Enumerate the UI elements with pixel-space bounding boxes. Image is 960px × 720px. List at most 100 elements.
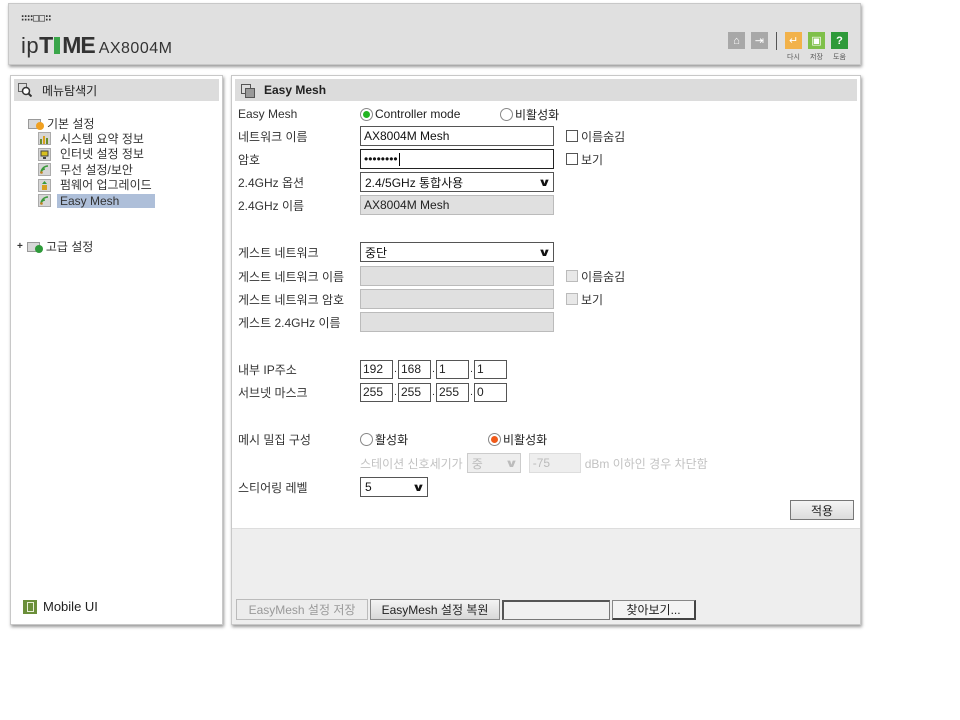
ip-octet-1-input[interactable]: 192	[360, 359, 393, 379]
band-option-value: 2.4/5GHz 통합사용	[365, 175, 464, 190]
dense-enable-radio[interactable]: 활성화	[360, 431, 488, 448]
file-path-input[interactable]	[502, 599, 610, 620]
menu-explorer-panel: 메뉴탐색기 기본 설정 시스템 요약 정보 인터넷 설정 정보 무선 설정/보안…	[10, 75, 223, 625]
guest-name-input[interactable]	[360, 266, 554, 286]
sidebar-item-firmware-upgrade[interactable]: 펌웨어 업그레이드	[38, 178, 155, 194]
subnet-mask-row: 서브넷 마스크 255. 255. 255. 0	[238, 382, 507, 402]
sidebar-item-internet-info[interactable]: 인터넷 설정 정보	[38, 147, 155, 163]
mobile-ui-link[interactable]: Mobile UI	[23, 599, 98, 614]
chart-icon	[38, 132, 51, 146]
signal-level-value: 중	[471, 456, 483, 471]
show-password-checkbox[interactable]: 보기	[566, 151, 603, 168]
sidebar-item-label: 시스템 요약 정보	[60, 131, 144, 146]
header-bar: ∷∷□□∷ ipT ME AX8004M ⌂ ⇥ ↵ 다시 ▣ 저장 ? 도움	[8, 3, 861, 65]
password-value: ••••••••	[364, 152, 398, 166]
mask-octet-1-input[interactable]: 255	[360, 382, 393, 402]
radio-unselected-icon	[360, 432, 373, 446]
dense-disable-label: 비활성화	[503, 432, 548, 447]
band-name-input[interactable]: AX8004M Mesh	[360, 195, 554, 215]
menu-explorer-title-bar: 메뉴탐색기	[14, 79, 219, 101]
easymesh-disable-radio[interactable]: 비활성화	[500, 106, 559, 123]
band-option-row: 2.4GHz 옵션 2.4/5GHz 통합사용 ∨	[238, 172, 554, 192]
dense-disable-radio[interactable]: 비활성화	[488, 431, 547, 448]
tree-advanced-settings[interactable]: + 고급 설정	[17, 238, 93, 255]
guest-name-row: 게스트 네트워크 이름 이름숨김	[238, 266, 625, 286]
steering-level-row: 스티어링 레벨 5 ∨	[238, 477, 428, 497]
help-button[interactable]: ? 도움	[831, 32, 848, 62]
signal-level-select[interactable]: 중 ∨	[466, 453, 521, 473]
help-label: 도움	[833, 54, 846, 61]
upgrade-icon	[38, 178, 51, 192]
controller-mode-radio[interactable]: Controller mode	[360, 107, 500, 121]
steering-level-label: 스티어링 레벨	[238, 480, 308, 495]
restart-label: 다시	[787, 54, 800, 61]
sidebar-item-easy-mesh[interactable]: Easy Mesh	[38, 193, 155, 209]
easymesh-disable-label: 비활성화	[515, 107, 560, 122]
ip-octet-3-input[interactable]: 1	[436, 359, 469, 379]
signal-suffix-text: dBm 이하인 경우 차단함	[584, 456, 708, 471]
guest-password-input[interactable]	[360, 289, 554, 309]
band-option-label: 2.4GHz 옵션	[238, 175, 305, 190]
radio-selected-icon	[360, 107, 373, 121]
guest-network-select[interactable]: 중단 ∨	[360, 242, 554, 262]
page-title: Easy Mesh	[264, 83, 327, 97]
mask-octet-2-input[interactable]: 255	[398, 382, 431, 402]
config-backup-toolbar: EasyMesh 설정 저장 EasyMesh 설정 복원 찾아보기...	[236, 599, 696, 620]
mask-octet-3-input[interactable]: 255	[436, 382, 469, 402]
steering-level-select[interactable]: 5 ∨	[360, 477, 428, 497]
ip-octet-4-input[interactable]: 1	[474, 359, 507, 379]
guest-network-row: 게스트 네트워크 중단 ∨	[238, 242, 554, 262]
chevron-down-icon: ∨	[537, 176, 552, 189]
password-input[interactable]: ••••••••	[360, 149, 554, 169]
password-label: 암호	[238, 152, 261, 167]
ip-octet-2-input[interactable]: 168	[398, 359, 431, 379]
guest-show-password-checkbox[interactable]: 보기	[566, 291, 603, 308]
guest-hide-name-checkbox[interactable]: 이름숨김	[566, 268, 625, 285]
hide-name-checkbox[interactable]: 이름숨김	[566, 128, 625, 145]
sidebar-item-wireless-security[interactable]: 무선 설정/보안	[38, 162, 155, 178]
tree-basic-children: 시스템 요약 정보 인터넷 설정 정보 무선 설정/보안 펌웨어 업그레이드 E…	[38, 131, 155, 209]
save-button[interactable]: ▣ 저장	[808, 32, 825, 62]
mask-octet-4-input[interactable]: 0	[474, 382, 507, 402]
sidebar-item-label: 무선 설정/보안	[60, 162, 133, 177]
save-config-button[interactable]: EasyMesh 설정 저장	[236, 599, 368, 620]
home-icon: ⌂	[728, 32, 745, 49]
guest-name-label: 게스트 네트워크 이름	[238, 269, 345, 284]
logout-button[interactable]: ⇥	[751, 32, 768, 49]
dense-config-row: 메시 밀집 구성 활성화 비활성화	[238, 429, 547, 449]
folder-icon	[26, 240, 43, 253]
restart-icon: ↵	[785, 32, 802, 49]
menu-tree: 기본 설정 시스템 요약 정보 인터넷 설정 정보 무선 설정/보안 펌웨어 업…	[28, 116, 155, 209]
expand-icon[interactable]: +	[17, 241, 23, 252]
sidebar-item-system-summary[interactable]: 시스템 요약 정보	[38, 131, 155, 147]
logout-icon: ⇥	[751, 32, 768, 49]
subnet-mask-input-group: 255. 255. 255. 0	[360, 382, 507, 402]
apply-button[interactable]: 적용	[790, 500, 854, 520]
help-icon: ?	[831, 32, 848, 49]
logo: ipT ME AX8004M	[21, 32, 172, 59]
home-button[interactable]: ⌂	[728, 32, 745, 49]
network-name-input[interactable]: AX8004M Mesh	[360, 126, 554, 146]
internal-ip-row: 내부 IP주소 192. 168. 1. 1	[238, 359, 507, 379]
chevron-down-icon: ∨	[504, 457, 518, 470]
signal-threshold-row: 스테이션 신호세기가 중 ∨ -75 dBm 이하인 경우 차단함	[360, 453, 708, 473]
guest-24-name-row: 게스트 2.4GHz 이름	[238, 312, 554, 332]
config-backup-area: EasyMesh 설정 저장 EasyMesh 설정 복원 찾아보기...	[232, 528, 860, 624]
window-icon	[241, 83, 255, 98]
folder-icon	[28, 117, 44, 130]
search-icon	[18, 83, 33, 98]
restore-config-button[interactable]: EasyMesh 설정 복원	[370, 599, 500, 620]
subnet-mask-label: 서브넷 마스크	[238, 385, 308, 400]
easy-mesh-title-bar: Easy Mesh	[235, 79, 857, 101]
band-name-row: 2.4GHz 이름 AX8004M Mesh	[238, 195, 554, 215]
band-option-select[interactable]: 2.4/5GHz 통합사용 ∨	[360, 172, 554, 192]
logo-prefix: ip	[21, 33, 40, 58]
internal-ip-label: 내부 IP주소	[238, 362, 297, 377]
guest-24-name-input[interactable]	[360, 312, 554, 332]
tree-basic-settings[interactable]: 기본 설정	[28, 116, 155, 131]
internal-ip-input-group: 192. 168. 1. 1	[360, 359, 507, 379]
browse-button[interactable]: 찾아보기...	[612, 599, 696, 620]
signal-value-input[interactable]: -75	[528, 453, 581, 473]
dense-config-label: 메시 밀집 구성	[238, 432, 311, 447]
restart-button[interactable]: ↵ 다시	[785, 32, 802, 62]
